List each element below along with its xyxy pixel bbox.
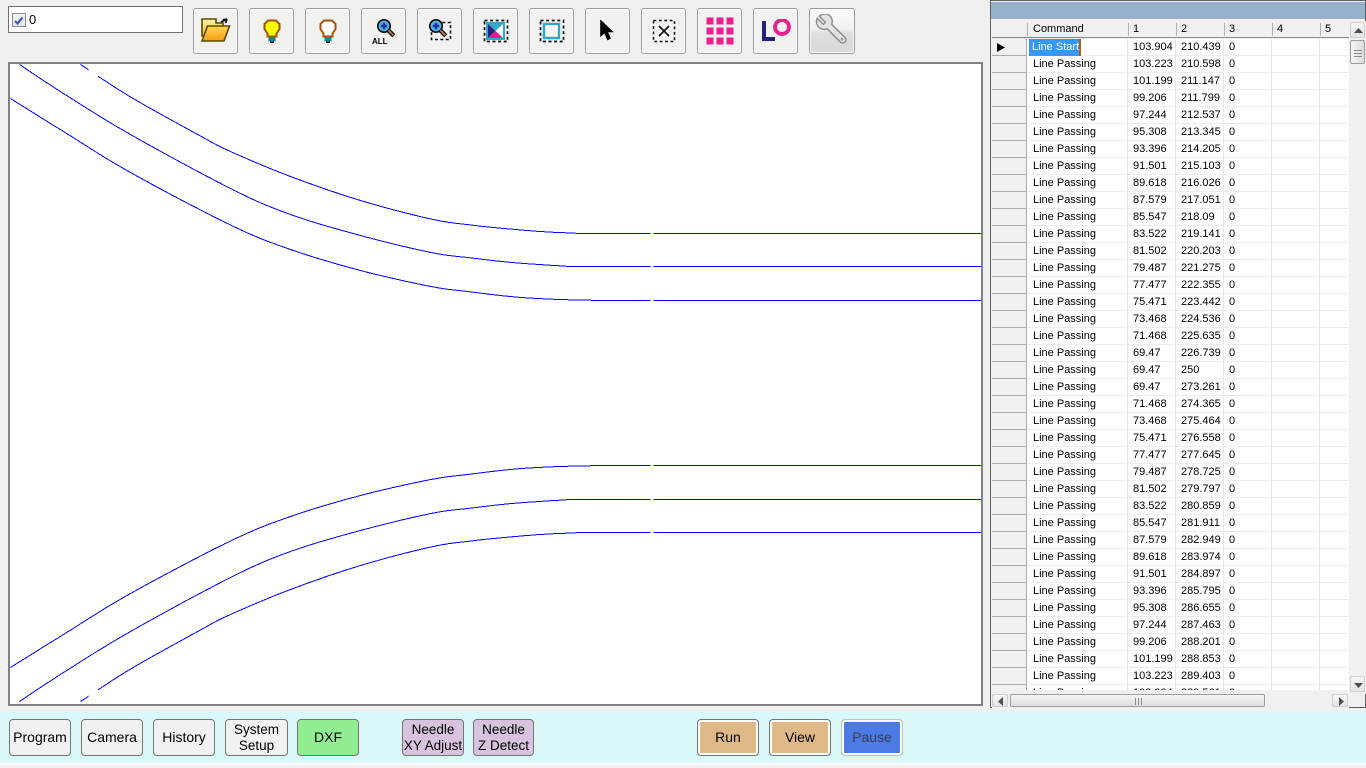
svg-text:ALL: ALL [372,37,388,46]
